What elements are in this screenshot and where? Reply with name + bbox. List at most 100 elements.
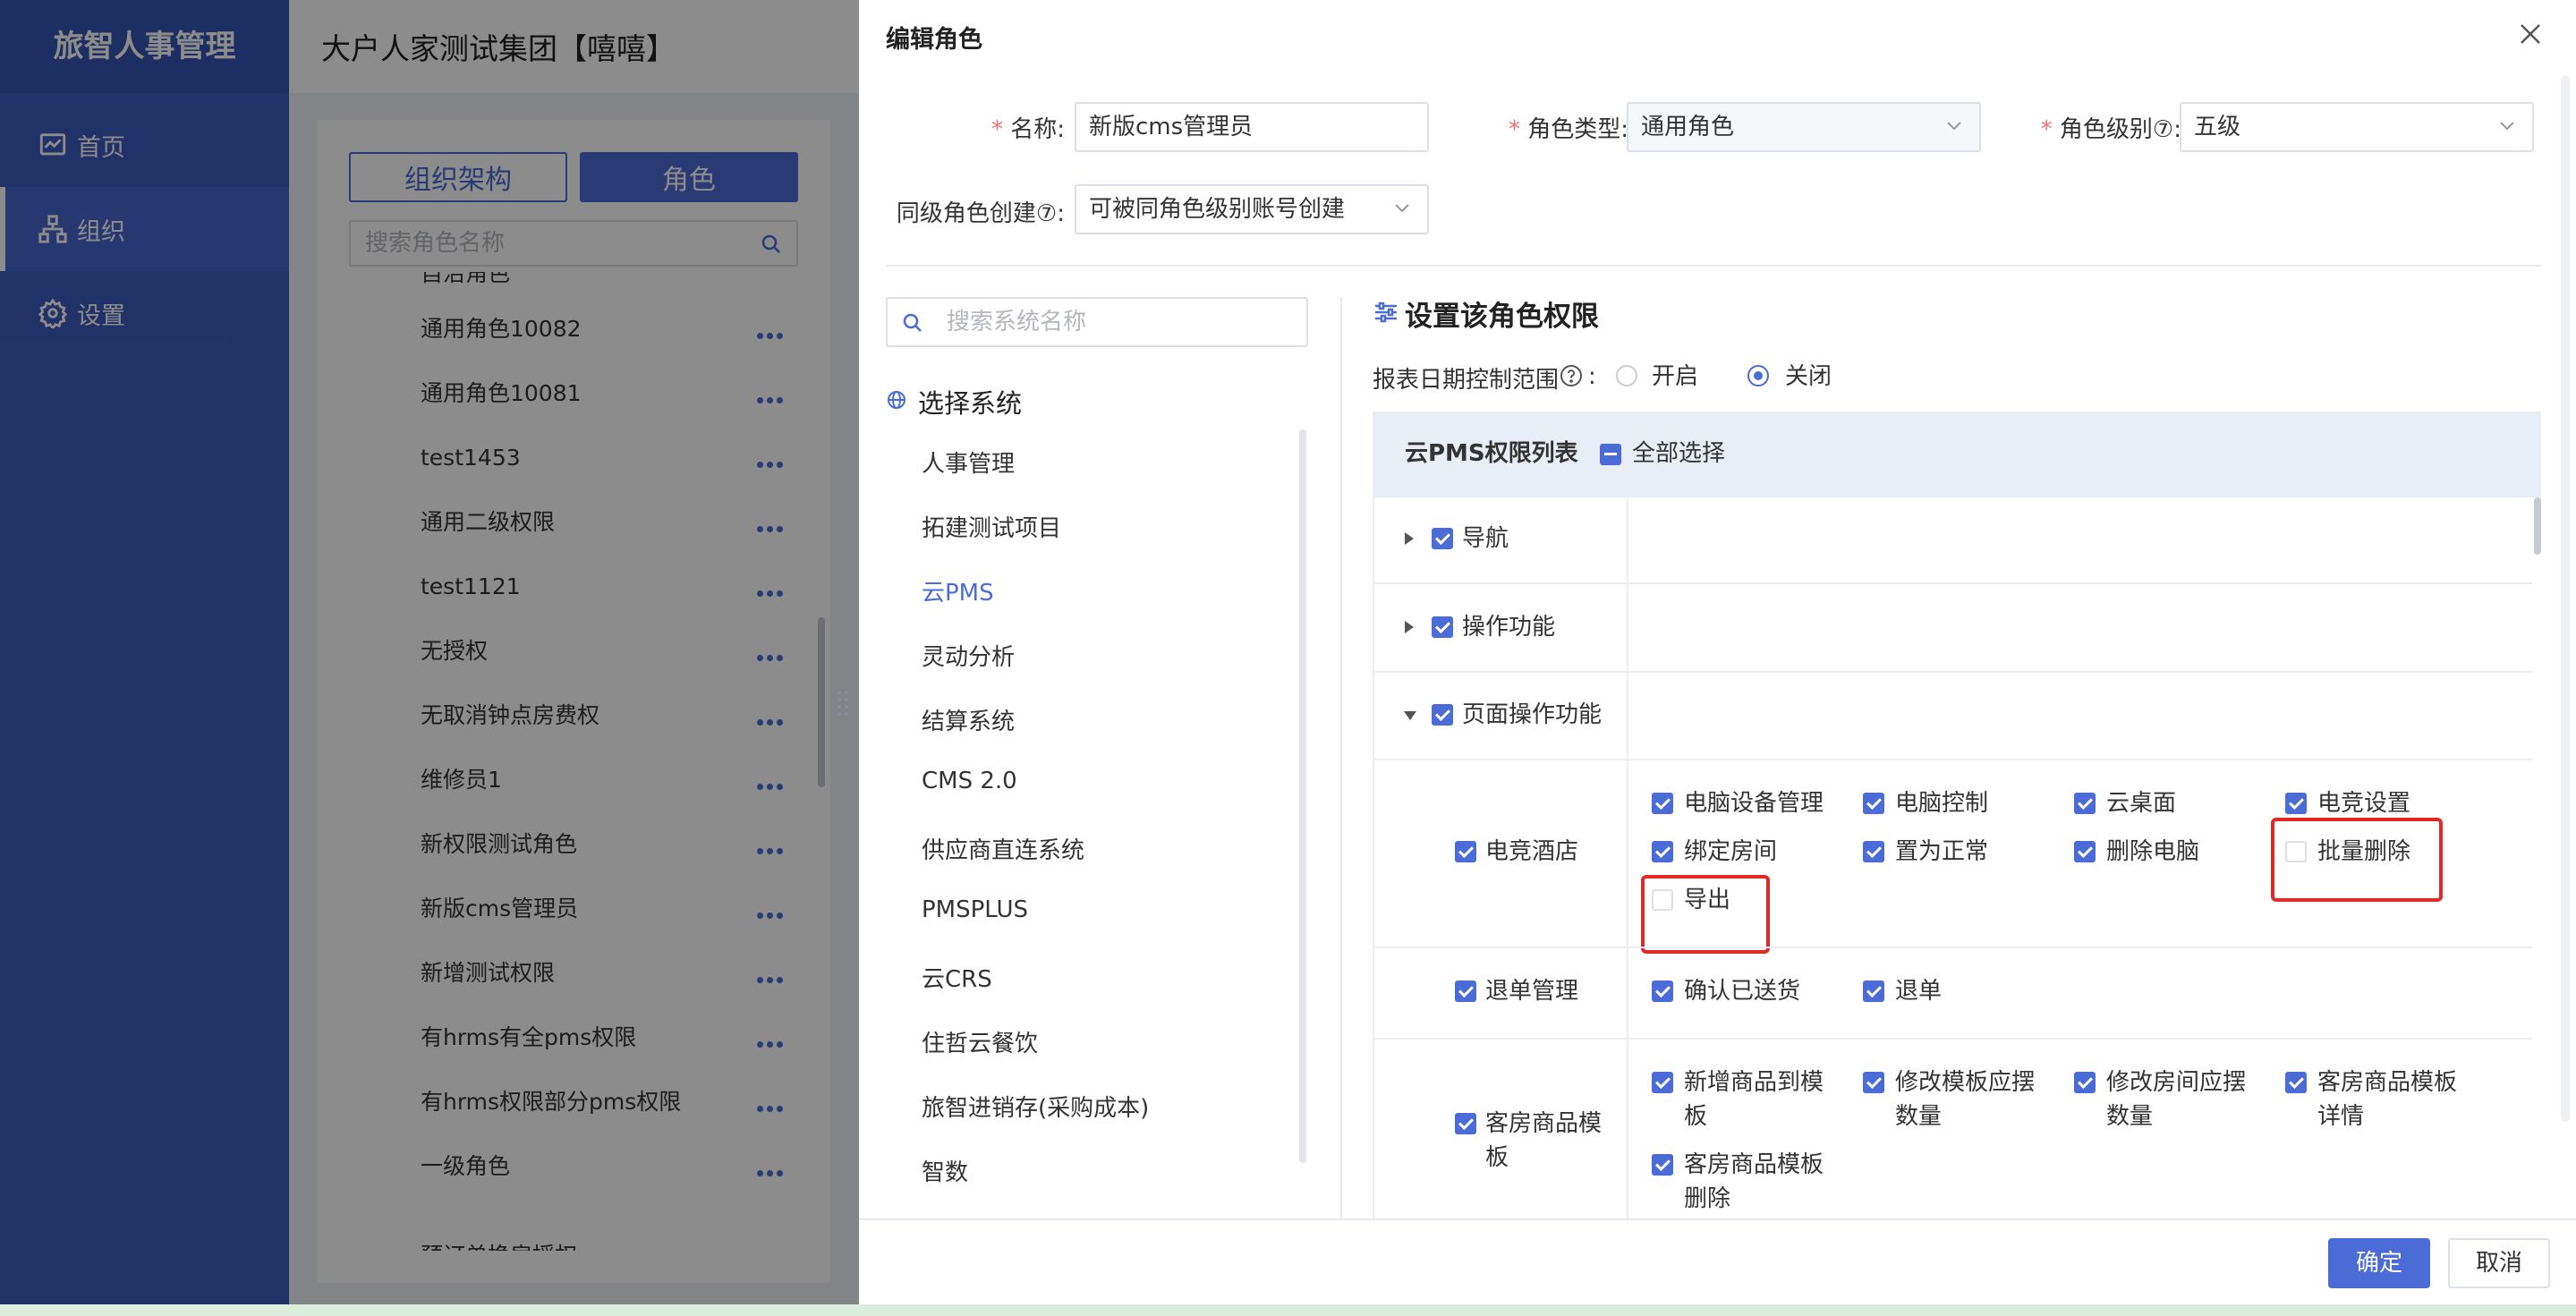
checkbox-refund[interactable] [1455,981,1476,1002]
name-label: * 名称: [990,116,1065,143]
select-all-checkbox[interactable] [1600,444,1621,465]
perm-checkbox[interactable] [1652,793,1673,814]
row-divider [1373,582,2532,584]
perm-label: 板 [1684,1103,1708,1130]
confirm-button[interactable]: 确定 [2328,1238,2430,1288]
same-level-create-select[interactable]: 可被同角色级别账号创建 [1075,184,1429,234]
perm-checkbox[interactable] [1652,981,1673,1002]
perm-checkbox[interactable] [1863,981,1884,1002]
highlight-box [1641,875,1770,954]
system-item[interactable]: 云CRS [922,961,992,994]
perm-checkbox[interactable] [1652,1072,1673,1093]
same-level-create-value: 可被同角色级别账号创建 [1089,196,1346,223]
system-item[interactable]: 人事管理 [922,446,1015,479]
radio-on[interactable] [1616,365,1637,386]
expand-arrow-icon[interactable] [1405,621,1414,633]
perm-label: 电脑设备管理 [1684,790,1824,817]
perm-checkbox[interactable] [1652,1154,1673,1176]
row-label: 客房商品模 [1485,1110,1603,1137]
close-icon[interactable] [2516,20,2545,48]
perm-checkbox[interactable] [1863,841,1884,862]
perm-label: 删除 [1684,1185,1731,1212]
permission-title: 设置该角色权限 [1373,293,1599,334]
highlight-box [2271,818,2443,902]
modal-overlay[interactable] [0,0,859,1316]
select-all-label: 全部选择 [1632,440,1726,467]
perm-checkbox[interactable] [1863,1072,1884,1093]
group-label: 操作功能 [1462,614,1556,641]
role-level-select[interactable]: 五级 [2180,102,2534,152]
perm-label: 修改房间应摆 [2106,1069,2247,1096]
system-item[interactable]: 智数 [922,1154,968,1187]
same-level-create-label: 同级角色创建⑦: [896,200,1065,227]
expand-arrow-icon[interactable] [1405,532,1414,545]
perm-checkbox[interactable] [2074,1072,2096,1093]
checkbox-page-ops[interactable] [1432,704,1453,726]
perm-label: 电竞设置 [2317,790,2411,817]
system-search-placeholder: 搜索系统名称 [947,309,1087,335]
chevron-down-icon [2500,122,2514,131]
perm-label: 电脑控制 [1895,790,1989,817]
perm-checkbox[interactable] [2074,841,2096,862]
system-item[interactable]: PMSPLUS [922,896,1028,923]
system-item[interactable]: 拓建测试项目 [922,510,1061,543]
row-divider [1373,947,2532,948]
name-input[interactable]: 新版cms管理员 [1075,102,1429,152]
row-divider [1373,671,2532,673]
perm-checkbox[interactable] [2285,793,2307,814]
chevron-down-icon [1947,122,1961,131]
perm-label: 数量 [2106,1103,2154,1130]
perm-label: 修改模板应摆 [1895,1069,2036,1096]
perm-label: 客房商品模板 [2317,1069,2458,1096]
table-head-title: 云PMS权限列表 [1405,440,1578,467]
cancel-button[interactable]: 取消 [2448,1238,2550,1288]
checkbox-ops[interactable] [1432,616,1453,638]
radio-off[interactable] [1747,365,1769,386]
perm-label: 详情 [2317,1103,2365,1130]
collapse-arrow-icon[interactable] [1404,711,1416,720]
checkbox-nav[interactable] [1432,528,1453,549]
table-column-divider [1627,497,1628,1218]
footer-divider [859,1218,2576,1220]
system-item[interactable]: 灵动分析 [922,639,1015,672]
table-border [1373,497,1374,1218]
date-range-row: 报表日期控制范围 [1373,361,1559,395]
perm-label: 置为正常 [1895,838,1989,865]
sliders-icon [1375,301,1397,323]
drawer-scrollbar[interactable] [2561,75,2570,1122]
checkbox-room-goods[interactable] [1455,1113,1476,1134]
system-item[interactable]: 结算系统 [922,703,1015,736]
system-list-scrollbar[interactable] [1299,429,1306,1163]
permission-table-header: 云PMS权限列表 全部选择 [1373,412,2541,497]
divider [886,265,2541,267]
perm-checkbox[interactable] [1863,793,1884,814]
system-search-input[interactable]: 搜索系统名称 [886,297,1308,347]
bottom-strip [0,1304,2576,1316]
globe-icon [888,391,905,409]
system-section-title: 选择系统 [886,383,1022,420]
perm-label: 确认已送货 [1684,978,1801,1005]
colon: : [1588,363,1596,390]
row-label: 电竞酒店 [1485,838,1579,865]
perm-label: 数量 [1895,1103,1943,1130]
perm-checkbox[interactable] [2285,1072,2307,1093]
permission-title-text: 设置该角色权限 [1405,301,1599,333]
drag-handle-icon[interactable] [834,685,852,721]
system-item[interactable]: 旅智进销存(采购成本) [922,1090,1149,1123]
role-type-select[interactable]: 通用角色 [1627,102,1981,152]
checkbox-esports-hotel[interactable] [1455,841,1476,862]
table-scrollbar[interactable] [2534,497,2541,555]
perm-label: 新增商品到模 [1684,1069,1824,1096]
help-icon[interactable] [1560,364,1583,387]
perm-checkbox[interactable] [2074,793,2096,814]
date-range-label: 报表日期控制范围 [1373,367,1560,394]
system-item[interactable]: 供应商直连系统 [922,832,1084,865]
perm-label: 客房商品模板 [1684,1151,1824,1178]
perm-label: 删除电脑 [2106,838,2200,865]
row-label: 板 [1485,1144,1509,1171]
system-item[interactable]: CMS 2.0 [922,768,1017,794]
dialog-title: 编辑角色 [886,26,982,54]
system-item[interactable]: 住哲云餐饮 [922,1025,1038,1058]
system-item[interactable]: 云PMS [922,574,994,607]
perm-checkbox[interactable] [1652,841,1673,862]
